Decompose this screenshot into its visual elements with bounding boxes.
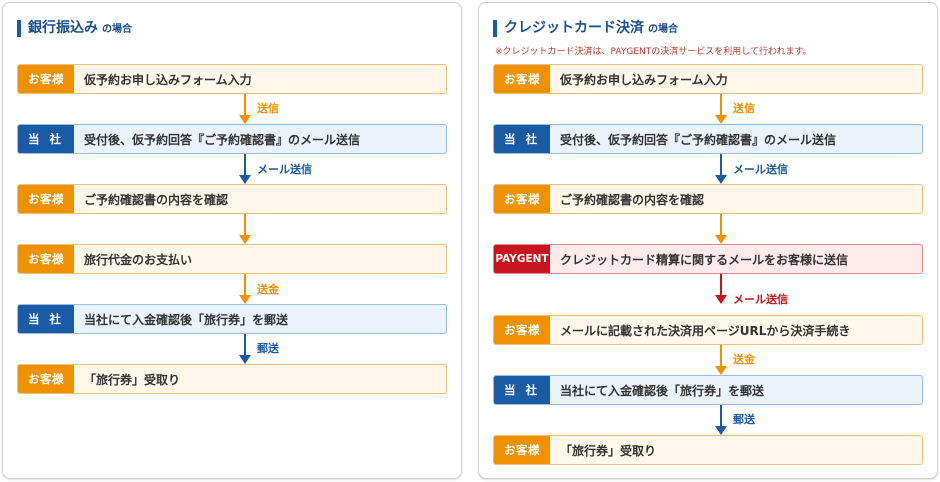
step-text: 当社にて入金確認後「旅行券」を郵送 <box>560 383 765 398</box>
step-customer: お客様 仮予約お申し込みフォーム入力 <box>493 64 923 94</box>
arrow-label: メール送信 <box>733 163 788 176</box>
down-arrow-icon <box>715 405 727 435</box>
arrow-label: 送信 <box>733 102 755 115</box>
title-accent-bar <box>493 19 497 37</box>
down-arrow-icon <box>715 214 727 244</box>
arrow-label: 郵送 <box>733 413 755 426</box>
step-customer: お客様 ご予約確認書の内容を確認 <box>17 184 447 214</box>
step-text: メールに記載された決済用ページURLから決済手続き <box>560 323 851 338</box>
paygent-note: ※クレジットカード決済は、PAYGENTの決済サービスを利用して行われます。 <box>495 47 812 57</box>
down-arrow-icon <box>715 274 727 304</box>
bank-transfer-title: 銀行振込み の場合 <box>17 17 132 39</box>
down-arrow-icon <box>715 154 727 184</box>
arrow-label: メール送信 <box>257 163 312 176</box>
arrow-label: メール送信 <box>733 293 788 306</box>
arrow-label: 郵送 <box>257 342 279 355</box>
step-company: 当 社 受付後、仮予約回答『ご予約確認書』のメール送信 <box>17 124 447 154</box>
step-paygent: PAYGENT クレジットカード精算に関するメールをお客様に送信 <box>493 244 923 274</box>
step-text: ご予約確認書の内容を確認 <box>84 192 229 207</box>
down-arrow-icon <box>715 345 727 375</box>
step-text: 仮予約お申し込みフォーム入力 <box>84 72 252 87</box>
company-tag: 当 社 <box>494 376 550 404</box>
customer-tag: お客様 <box>494 436 550 464</box>
step-company: 当 社 受付後、仮予約回答『ご予約確認書』のメール送信 <box>493 124 923 154</box>
step-text: ご予約確認書の内容を確認 <box>560 192 705 207</box>
step-text: 当社にて入金確認後「旅行券」を郵送 <box>84 312 289 327</box>
step-company: 当 社 当社にて入金確認後「旅行券」を郵送 <box>17 304 447 334</box>
step-text: 「旅行券」受取り <box>84 372 181 387</box>
down-arrow-icon <box>239 274 251 304</box>
arrow-label: 送金 <box>733 353 755 366</box>
down-arrow-icon <box>715 94 727 124</box>
step-customer: お客様 メールに記載された決済用ページURLから決済手続き <box>493 315 923 345</box>
step-text: 仮予約お申し込みフォーム入力 <box>560 72 728 87</box>
customer-tag: お客様 <box>18 365 74 393</box>
step-customer: お客様 「旅行券」受取り <box>493 435 923 465</box>
arrow-label: 送信 <box>257 102 279 115</box>
step-customer: お客様 仮予約お申し込みフォーム入力 <box>17 64 447 94</box>
bank-transfer-panel: 銀行振込み の場合 お客様 仮予約お申し込みフォーム入力 送信 当 社 受付後、… <box>2 2 462 479</box>
step-text: 「旅行券」受取り <box>560 443 657 458</box>
company-tag: 当 社 <box>18 305 74 333</box>
down-arrow-icon <box>239 154 251 184</box>
step-text: 受付後、仮予約回答『ご予約確認書』のメール送信 <box>560 132 837 147</box>
credit-card-panel: クレジットカード決済 の場合 ※クレジットカード決済は、PAYGENTの決済サー… <box>478 2 938 479</box>
customer-tag: お客様 <box>18 245 74 273</box>
step-text: 旅行代金のお支払い <box>84 252 193 267</box>
company-tag: 当 社 <box>18 125 74 153</box>
customer-tag: お客様 <box>18 65 74 93</box>
arrow-label: 送金 <box>257 283 279 296</box>
step-customer: お客様 旅行代金のお支払い <box>17 244 447 274</box>
down-arrow-icon <box>239 334 251 364</box>
step-text: 受付後、仮予約回答『ご予約確認書』のメール送信 <box>84 132 361 147</box>
down-arrow-icon <box>239 214 251 244</box>
customer-tag: お客様 <box>494 185 550 213</box>
down-arrow-icon <box>239 94 251 124</box>
title-accent-bar <box>17 19 21 37</box>
step-company: 当 社 当社にて入金確認後「旅行券」を郵送 <box>493 375 923 405</box>
credit-card-title: クレジットカード決済 の場合 <box>493 17 678 39</box>
step-text: クレジットカード精算に関するメールをお客様に送信 <box>560 252 849 267</box>
step-customer: お客様 「旅行券」受取り <box>17 364 447 394</box>
customer-tag: お客様 <box>494 65 550 93</box>
customer-tag: お客様 <box>494 316 550 344</box>
step-customer: お客様 ご予約確認書の内容を確認 <box>493 184 923 214</box>
customer-tag: お客様 <box>18 185 74 213</box>
company-tag: 当 社 <box>494 125 550 153</box>
paygent-tag: PAYGENT <box>494 245 550 273</box>
